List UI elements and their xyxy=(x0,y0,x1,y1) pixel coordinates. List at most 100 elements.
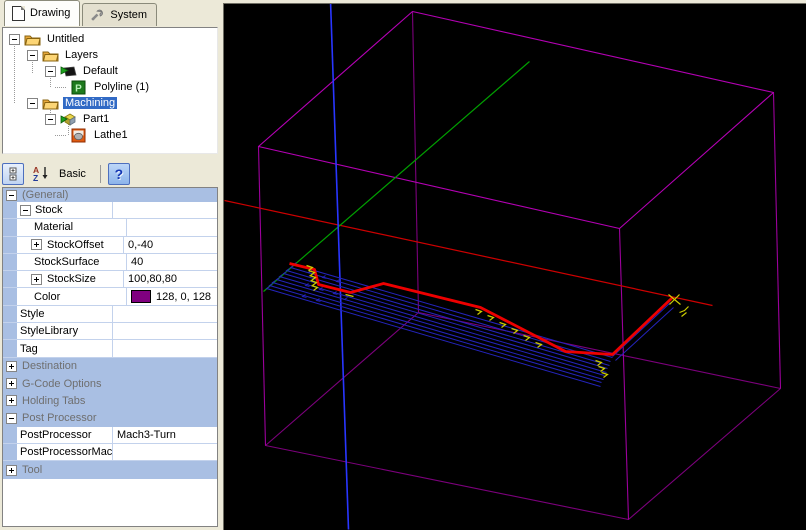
category-indent-strip xyxy=(3,254,17,270)
property-row-material[interactable]: Material xyxy=(3,219,217,236)
property-row-postprocessormacros[interactable]: PostProcessorMacros xyxy=(3,444,217,461)
property-row-stock[interactable]: Stock xyxy=(3,202,217,219)
property-name: Stock xyxy=(35,204,63,216)
folder-icon xyxy=(42,48,59,63)
property-name: Material xyxy=(34,221,73,233)
sort-z-glyph: Z xyxy=(33,173,38,182)
viewport-svg[interactable] xyxy=(224,4,806,530)
tab-drawing[interactable]: Drawing xyxy=(4,0,80,26)
folder-icon xyxy=(42,96,59,111)
category-holding-tabs[interactable]: Holding Tabs xyxy=(3,392,217,409)
tree-item-lathe1[interactable]: Lathe1 xyxy=(67,127,130,143)
expand-icon[interactable] xyxy=(6,378,17,389)
collapse-icon[interactable] xyxy=(20,205,31,216)
expand-icon[interactable] xyxy=(6,361,17,372)
tree-item-label: Layers xyxy=(63,49,100,61)
category-label: Destination xyxy=(22,360,77,372)
alphabetical-sort-button[interactable]: A Z xyxy=(29,163,53,185)
category-tool[interactable]: Tool xyxy=(3,461,217,478)
property-value[interactable]: 40 xyxy=(127,254,217,270)
tree-item-label: Untitled xyxy=(45,33,86,45)
property-row-postprocessor[interactable]: PostProcessor Mach3-Turn xyxy=(3,427,217,444)
view-mode-label[interactable]: Basic xyxy=(59,168,86,180)
tree-item-part1[interactable]: Part1 xyxy=(45,111,111,127)
property-value[interactable] xyxy=(113,444,217,460)
property-value[interactable]: 0,-40 xyxy=(124,237,217,253)
expand-icon[interactable] xyxy=(31,239,42,250)
expand-icon[interactable] xyxy=(31,274,42,285)
property-row-stocksurface[interactable]: StockSurface 40 xyxy=(3,254,217,271)
categorized-view-button[interactable] xyxy=(2,163,24,185)
collapse-icon[interactable] xyxy=(6,413,17,424)
category-indent-strip xyxy=(3,306,17,322)
collapse-icon[interactable] xyxy=(45,114,56,125)
polyline-icon: P xyxy=(71,80,88,95)
category-label: Post Processor xyxy=(22,412,97,424)
tree-item-untitled[interactable]: Untitled xyxy=(9,31,86,47)
property-row-color[interactable]: Color 128, 0, 128 xyxy=(3,288,217,305)
property-row-style[interactable]: Style xyxy=(3,306,217,323)
property-row-stockoffset[interactable]: StockOffset 0,-40 xyxy=(3,237,217,254)
property-row-tag[interactable]: Tag xyxy=(3,340,217,357)
tab-system[interactable]: System xyxy=(82,3,157,26)
property-value[interactable]: 100,80,80 xyxy=(124,271,217,287)
property-value[interactable]: 128, 0, 128 xyxy=(127,288,217,304)
property-name: StyleLibrary xyxy=(20,325,78,337)
part-icon xyxy=(60,112,77,127)
tree-connector xyxy=(14,42,15,104)
expand-icon[interactable] xyxy=(6,395,17,406)
property-value[interactable] xyxy=(113,340,217,356)
expand-icon[interactable] xyxy=(6,465,17,476)
layer-icon xyxy=(60,64,77,79)
property-value[interactable] xyxy=(113,202,217,218)
category-indent-strip xyxy=(3,202,17,218)
tree-item-label: Part1 xyxy=(81,113,111,125)
collapse-icon[interactable] xyxy=(6,190,17,201)
property-value[interactable]: Mach3-Turn xyxy=(113,427,217,443)
tree-item-default-layer[interactable]: Default xyxy=(45,63,120,79)
propgrid-toolbar: A Z Basic ? xyxy=(2,161,218,186)
property-name: StockOffset xyxy=(47,239,104,251)
category-general[interactable]: (General) xyxy=(3,188,217,202)
category-indent-strip xyxy=(3,237,17,253)
property-name: StockSurface xyxy=(34,256,99,268)
help-button[interactable]: ? xyxy=(108,163,130,185)
left-panel: Drawing System Untitled xyxy=(0,0,220,529)
tree-item-label: Lathe1 xyxy=(92,129,130,141)
lathe-icon xyxy=(71,128,88,143)
property-name: Style xyxy=(20,308,44,320)
wrench-icon xyxy=(90,8,105,21)
property-value[interactable] xyxy=(113,306,217,322)
color-swatch[interactable] xyxy=(131,290,151,303)
category-indent-strip xyxy=(3,444,17,460)
panel-tabbar: Drawing System xyxy=(4,2,157,26)
category-label: (General) xyxy=(22,189,68,201)
tree-item-label: Default xyxy=(81,65,120,77)
property-row-stocksize[interactable]: StockSize 100,80,80 xyxy=(3,271,217,288)
property-name: Tag xyxy=(20,343,38,355)
category-gcode-options[interactable]: G-Code Options xyxy=(3,375,217,392)
collapse-icon[interactable] xyxy=(45,66,56,77)
property-value[interactable] xyxy=(113,323,217,339)
category-indent-strip xyxy=(3,340,17,356)
property-name: StockSize xyxy=(47,273,96,285)
property-grid: (General) Stock Material StockOffset 0,-… xyxy=(2,187,218,527)
tree-item-layers[interactable]: Layers xyxy=(27,47,100,63)
collapse-icon[interactable] xyxy=(9,34,20,45)
category-destination[interactable]: Destination xyxy=(3,358,217,375)
category-label: Tool xyxy=(22,464,42,476)
category-indent-strip xyxy=(3,271,17,287)
category-post-processor[interactable]: Post Processor xyxy=(3,410,217,427)
collapse-icon[interactable] xyxy=(27,50,38,61)
property-row-stylelibrary[interactable]: StyleLibrary xyxy=(3,323,217,340)
tree-item-polyline[interactable]: P Polyline (1) xyxy=(67,79,151,95)
category-indent-strip xyxy=(3,427,17,443)
tree-item-machining[interactable]: Machining xyxy=(27,95,117,111)
property-value[interactable] xyxy=(127,219,217,235)
collapse-icon[interactable] xyxy=(27,98,38,109)
az-sort-icon: A Z xyxy=(32,165,50,182)
tab-system-label: System xyxy=(110,9,147,21)
category-label: Holding Tabs xyxy=(22,395,85,407)
viewport-3d[interactable] xyxy=(223,3,806,530)
svg-text:P: P xyxy=(75,83,82,94)
